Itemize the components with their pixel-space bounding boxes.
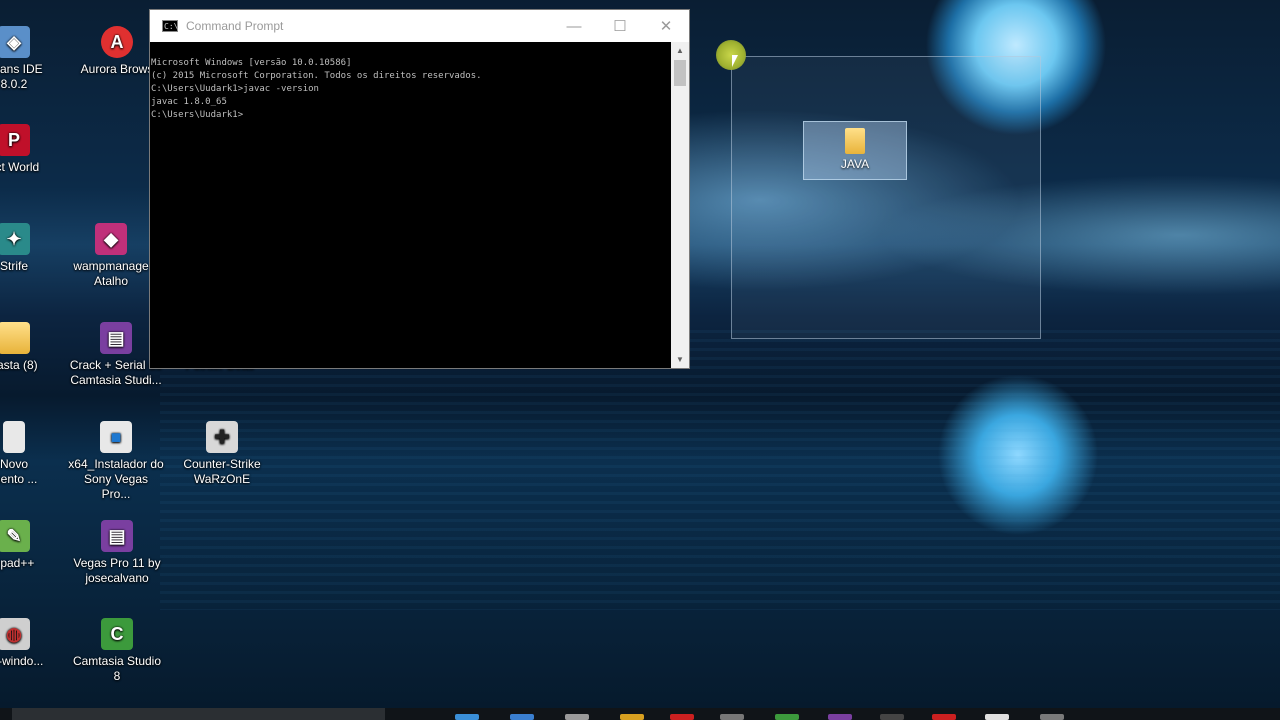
desktop-icon-label: x64_Instalador do Sony Vegas Pro... [68,457,164,501]
installer-icon: ■ [100,421,132,453]
notepad-plus-icon: ✎ [0,520,30,552]
taskbar-search-box[interactable] [12,708,385,720]
drag-selection-rectangle [731,56,1041,339]
desktop-icon-label: ect World [0,160,40,174]
opera-icon[interactable] [932,714,956,720]
vertical-scrollbar[interactable]: ▲ ▼ [671,42,689,368]
console-output[interactable]: Microsoft Windows [versão 10.0.10586] (c)… [150,42,671,368]
scrollbar-thumb[interactable] [674,60,686,86]
winrar-icon: ▤ [100,322,132,354]
desktop-icon-vegas-pro[interactable]: ▤ Vegas Pro 11 by josecalvano [69,520,165,586]
console-line: Microsoft Windows [versão 10.0.10586] [151,58,352,68]
close-button[interactable]: ✕ [643,10,689,42]
winrar-icon[interactable] [828,714,852,720]
desktop-icon-novo-documento[interactable]: Novo mento ... [0,421,62,487]
strife-icon: ✦ [0,223,30,255]
perfect-world-icon: P [0,124,30,156]
desktop-folder-java[interactable]: JAVA [803,121,907,180]
mail-icon[interactable] [720,714,744,720]
netbeans-icon: ◈ [0,26,30,58]
wallpaper-lake [160,330,1280,610]
camtasia-icon[interactable] [775,714,799,720]
cmd-icon: C:\ [162,20,179,32]
explorer-icon[interactable] [455,714,479,720]
desktop-icon-label: wampmanage Atalho [73,259,149,288]
chrome-icon[interactable] [620,714,644,720]
desktop-icon-label: pasta (8) [0,358,38,372]
folder-icon [845,128,865,154]
taskbar [0,708,1280,720]
command-prompt-window[interactable]: C:\ Command Prompt — ☐ ✕ Microsoft Windo… [149,9,690,369]
desktop-icon-label: Novo mento ... [0,457,38,486]
counter-strike-icon: ✚ [206,421,238,453]
scroll-down-icon[interactable]: ▼ [671,351,689,368]
console-line: C:\Users\Uudark1>javac -version [151,84,319,94]
desktop-icon-strife[interactable]: ✦ Strife [0,223,62,274]
desktop-icon-label: 65-windo... [0,654,44,668]
desktop-icon-label: Vegas Pro 11 by josecalvano [73,556,161,585]
edge-icon[interactable] [510,714,534,720]
desktop-icon-pasta[interactable]: pasta (8) [0,322,62,373]
wampmanager-icon: ◆ [95,223,127,255]
store-icon[interactable] [565,714,589,720]
maximize-button[interactable]: ☐ [597,10,643,42]
app-icon: ◍ [0,618,30,650]
click-highlight [716,40,746,70]
folder-label: JAVA [840,157,870,171]
cmd-icon[interactable] [880,714,904,720]
camtasia-icon: C [101,618,133,650]
document-icon [3,421,25,453]
notepad-icon[interactable] [985,714,1009,720]
aurora-browser-icon: A [101,26,133,58]
winrar-icon: ▤ [101,520,133,552]
desktop-icon-netbeans[interactable]: ◈ Beans IDE 8.0.2 [0,26,62,92]
desktop-icon-label: Counter-Strike WaRzOnE [183,457,261,486]
desktop-icon-label: Strife [0,259,28,273]
opera-icon[interactable] [670,714,694,720]
minimize-button[interactable]: — [551,10,597,42]
console-line: javac 1.8.0_65 [151,97,227,107]
desktop-icon-windows-app[interactable]: ◍ 65-windo... [0,618,62,669]
scroll-up-icon[interactable]: ▲ [671,42,689,59]
window-titlebar[interactable]: C:\ Command Prompt — ☐ ✕ [150,10,689,42]
desktop-icon-label: epad++ [0,556,35,570]
desktop-icon-label: Camtasia Studio 8 [72,654,162,683]
folder-icon [0,322,30,354]
desktop-icon-label: Beans IDE 8.0.2 [0,62,43,91]
desktop-icon-notepad-plus[interactable]: ✎ epad++ [0,520,62,571]
console-prompt: C:\Users\Uudark1> [151,110,244,120]
desktop-icon-wampmanager[interactable]: ◆ wampmanage Atalho [63,223,159,289]
window-title: Command Prompt [186,19,284,33]
desktop-icon-camtasia[interactable]: C Camtasia Studio 8 [69,618,165,684]
app-icon[interactable] [1040,714,1064,720]
desktop-icon-counter-strike[interactable]: ✚ Counter-Strike WaRzOnE [174,421,270,487]
console-line: (c) 2015 Microsoft Corporation. Todos os… [151,71,482,81]
desktop-icon-perfect-world[interactable]: P ect World [0,124,62,175]
mouse-cursor-icon [732,55,738,67]
desktop-icon-sony-vegas-installer[interactable]: ■ x64_Instalador do Sony Vegas Pro... [68,421,164,502]
